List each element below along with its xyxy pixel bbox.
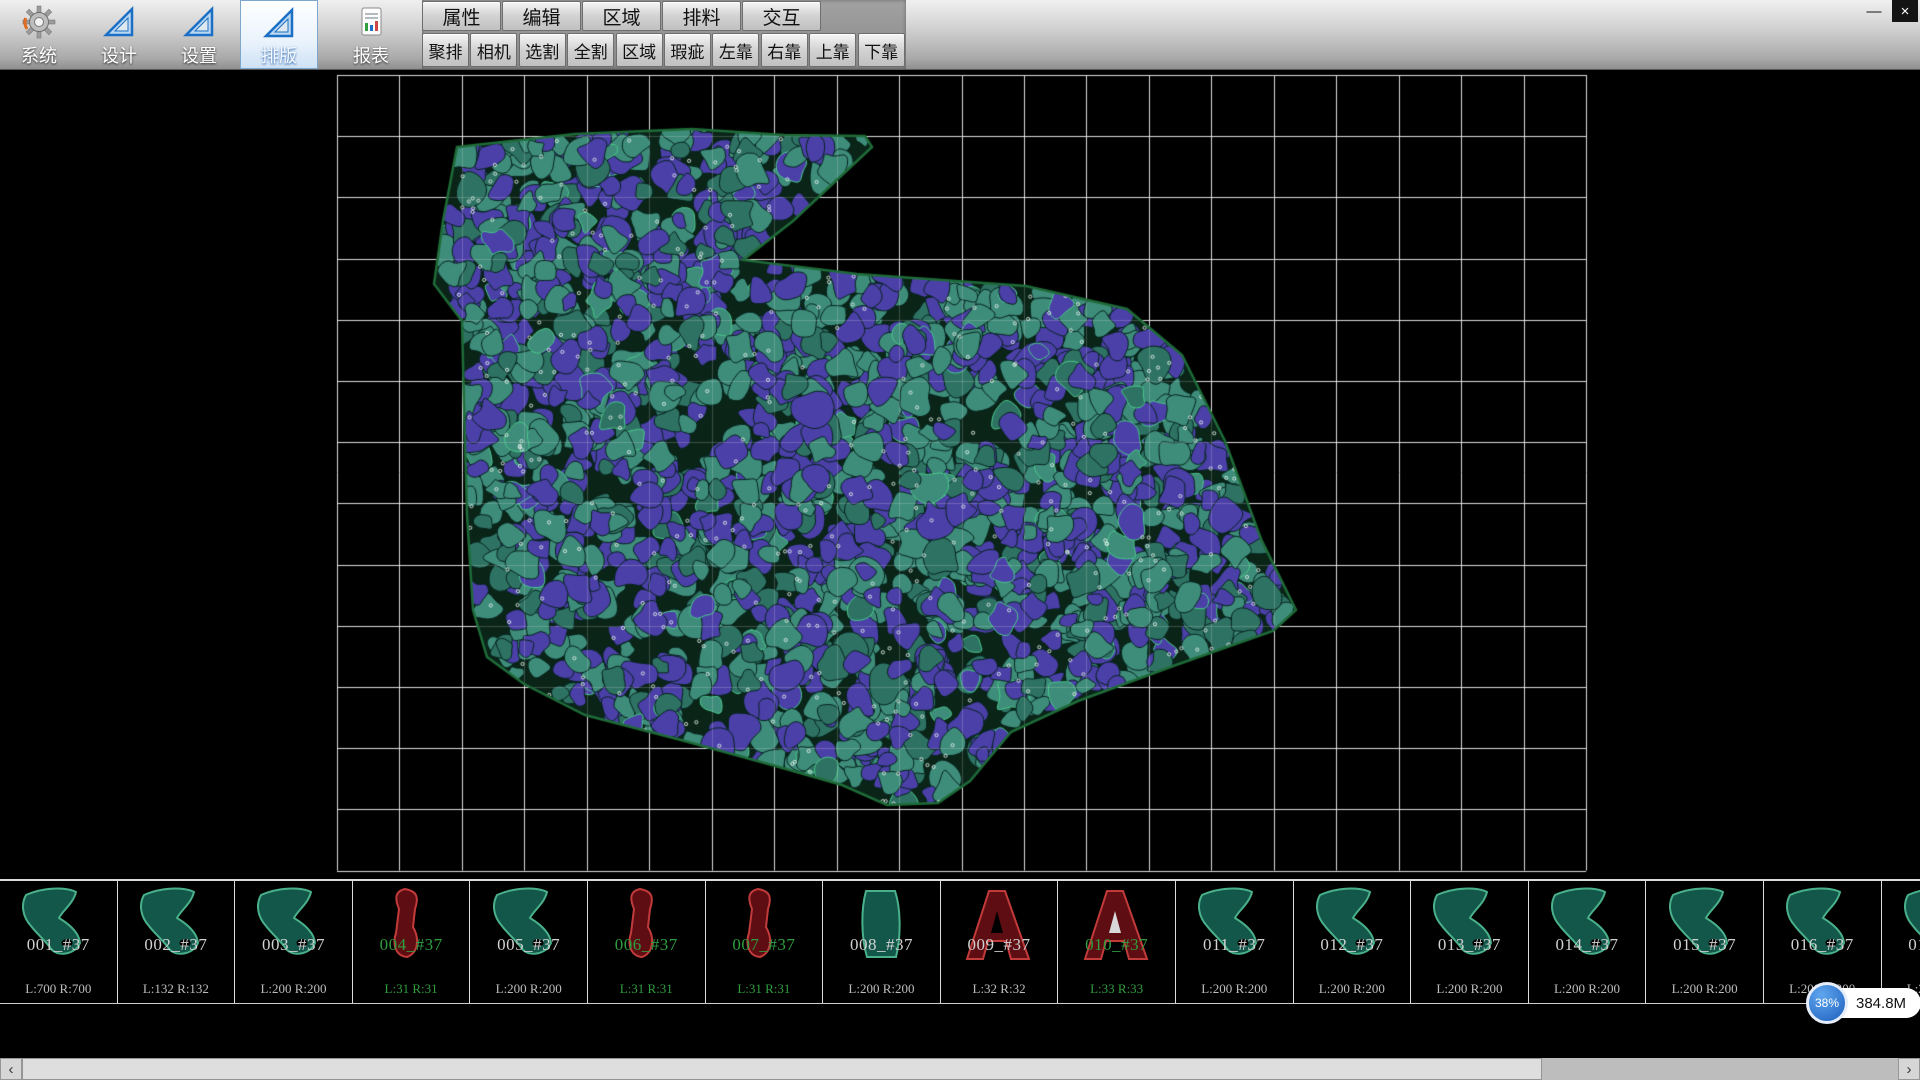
piece-id: 001_#37: [0, 935, 117, 955]
close-button[interactable]: ×: [1892, 0, 1918, 22]
piece-lr-count: L:200 R:200: [470, 981, 587, 997]
scroll-right-arrow[interactable]: ›: [1898, 1058, 1920, 1080]
app-tab-layout[interactable]: 排版: [240, 0, 318, 69]
piece-lr-count: L:200 R:200: [1176, 981, 1293, 997]
pieces-thumbnail-bar: 001_#37L:700 R:700002_#37L:132 R:132003_…: [0, 879, 1920, 1004]
piece-thumbnail[interactable]: 017_#37L:200 R:200: [1882, 881, 1920, 1003]
piece-id: 016_#37: [1764, 935, 1881, 955]
app-tab-settings[interactable]: 设置: [160, 0, 238, 69]
piece-thumbnail[interactable]: 003_#37 L:200 R:200: [235, 881, 353, 1003]
piece-thumbnail[interactable]: 013_#37 L:200 R:200: [1411, 881, 1529, 1003]
tool-snap-left[interactable]: 左靠: [712, 33, 759, 67]
menu-tab-interact[interactable]: 交互: [742, 1, 821, 31]
piece-thumbnail[interactable]: 005_#37 L:200 R:200: [470, 881, 588, 1003]
tool-camera[interactable]: 相机: [470, 33, 517, 67]
app-tab-label: 排版: [261, 42, 297, 68]
tool-snap-bottom[interactable]: 下靠: [858, 33, 905, 67]
piece-lr-count: L:31 R:31: [706, 981, 823, 997]
report-icon: [354, 5, 388, 39]
set-square-icon: [262, 6, 296, 40]
piece-thumbnail[interactable]: 010_#37 L:33 R:33: [1058, 881, 1176, 1003]
set-square-icon: [102, 5, 136, 39]
piece-lr-count: L:200 R:200: [1411, 981, 1528, 997]
piece-lr-count: L:200 R:200: [1529, 981, 1646, 997]
app-tab-label: 设置: [181, 42, 217, 68]
piece-id: 005_#37: [470, 935, 587, 955]
menu-tab-region[interactable]: 区域: [582, 1, 661, 31]
piece-id: 012_#37: [1294, 935, 1411, 955]
tool-defect[interactable]: 瑕疵: [664, 33, 711, 67]
piece-id: 014_#37: [1529, 935, 1646, 955]
piece-thumbnail[interactable]: 011_#37 L:200 R:200: [1176, 881, 1294, 1003]
piece-thumbnail[interactable]: 004_#37 L:31 R:31: [353, 881, 471, 1003]
piece-lr-count: L:200 R:200: [823, 981, 940, 997]
tool-select-cut[interactable]: 选割: [519, 33, 566, 67]
piece-id: 009_#37: [941, 935, 1058, 955]
piece-id: 006_#37: [588, 935, 705, 955]
piece-thumbnail[interactable]: 008_#37 L:200 R:200: [823, 881, 941, 1003]
gear-icon: [22, 5, 56, 39]
piece-thumbnail[interactable]: 001_#37 L:700 R:700: [0, 881, 118, 1003]
scroll-track[interactable]: [22, 1058, 1898, 1080]
piece-id: 011_#37: [1176, 935, 1293, 955]
piece-lr-count: L:33 R:33: [1058, 981, 1175, 997]
top-toolbar: 系统设计设置排版报表 属性编辑区域排料交互 聚排相机选割全割区域瑕疵左靠右靠上靠…: [0, 0, 1920, 70]
piece-lr-count: L:132 R:132: [118, 981, 235, 997]
tool-snap-right[interactable]: 右靠: [761, 33, 808, 67]
piece-lr-count: L:31 R:31: [353, 981, 470, 997]
piece-id: 013_#37: [1411, 935, 1528, 955]
piece-lr-count: L:200 R:200: [235, 981, 352, 997]
app-tab-design[interactable]: 设计: [80, 0, 158, 69]
piece-thumbnail[interactable]: 007_#37 L:31 R:31: [706, 881, 824, 1003]
set-square-icon: [182, 5, 216, 39]
horizontal-scrollbar[interactable]: ‹ ›: [0, 1058, 1920, 1080]
window-controls: — ×: [1861, 0, 1918, 22]
app-tab-system[interactable]: 系统: [0, 0, 78, 69]
piece-id: 010_#37: [1058, 935, 1175, 955]
piece-thumbnail[interactable]: 009_#37 L:32 R:32: [941, 881, 1059, 1003]
scroll-thumb[interactable]: [22, 1058, 1542, 1080]
piece-id: 017_#37: [1882, 935, 1920, 955]
progress-indicator: 38%: [1806, 982, 1848, 1024]
piece-thumbnail[interactable]: 014_#37 L:200 R:200: [1529, 881, 1647, 1003]
menu-tab-edit[interactable]: 编辑: [502, 1, 581, 31]
piece-lr-count: L:32 R:32: [941, 981, 1058, 997]
piece-thumbnail[interactable]: 006_#37 L:31 R:31: [588, 881, 706, 1003]
app-tab-label: 设计: [101, 42, 137, 68]
app-tab-report[interactable]: 报表: [332, 0, 410, 69]
tool-snap-top[interactable]: 上靠: [809, 33, 856, 67]
piece-lr-count: L:200 R:200: [1646, 981, 1763, 997]
menu-tab-properties[interactable]: 属性: [422, 1, 501, 31]
nesting-canvas[interactable]: [0, 70, 1920, 879]
tool-cut-all[interactable]: 全割: [567, 33, 614, 67]
piece-id: 008_#37: [823, 935, 940, 955]
app-tab-label: 系统: [21, 42, 57, 68]
piece-id: 015_#37: [1646, 935, 1763, 955]
menu-tab-nesting[interactable]: 排料: [662, 1, 741, 31]
tool-region[interactable]: 区域: [616, 33, 663, 67]
scroll-left-arrow[interactable]: ‹: [0, 1058, 22, 1080]
piece-id: 002_#37: [118, 935, 235, 955]
piece-thumbnail[interactable]: 012_#37 L:200 R:200: [1294, 881, 1412, 1003]
tool-cluster-nest[interactable]: 聚排: [422, 33, 469, 67]
app-tab-label: 报表: [353, 42, 389, 68]
minimize-button[interactable]: —: [1861, 0, 1887, 22]
piece-id: 003_#37: [235, 935, 352, 955]
piece-thumbnail[interactable]: 002_#37 L:132 R:132: [118, 881, 236, 1003]
piece-lr-count: L:31 R:31: [588, 981, 705, 997]
piece-id: 007_#37: [706, 935, 823, 955]
piece-id: 004_#37: [353, 935, 470, 955]
piece-thumbnail[interactable]: 015_#37 L:200 R:200: [1646, 881, 1764, 1003]
piece-lr-count: L:700 R:700: [0, 981, 117, 997]
piece-lr-count: L:200 R:200: [1294, 981, 1411, 997]
